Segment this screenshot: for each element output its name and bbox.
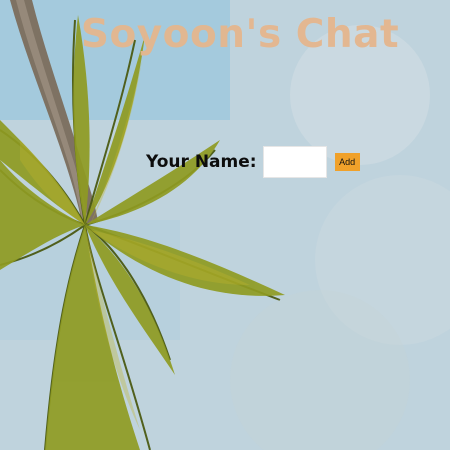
palm-tree-image (0, 0, 450, 450)
name-label: Your Name: (146, 152, 257, 172)
palm-tree-background (0, 0, 450, 450)
name-input[interactable] (262, 146, 327, 178)
add-button[interactable]: Add (334, 153, 360, 171)
name-form: Your Name: Add (146, 146, 360, 178)
page-title: Soyoon's Chat (80, 12, 400, 57)
